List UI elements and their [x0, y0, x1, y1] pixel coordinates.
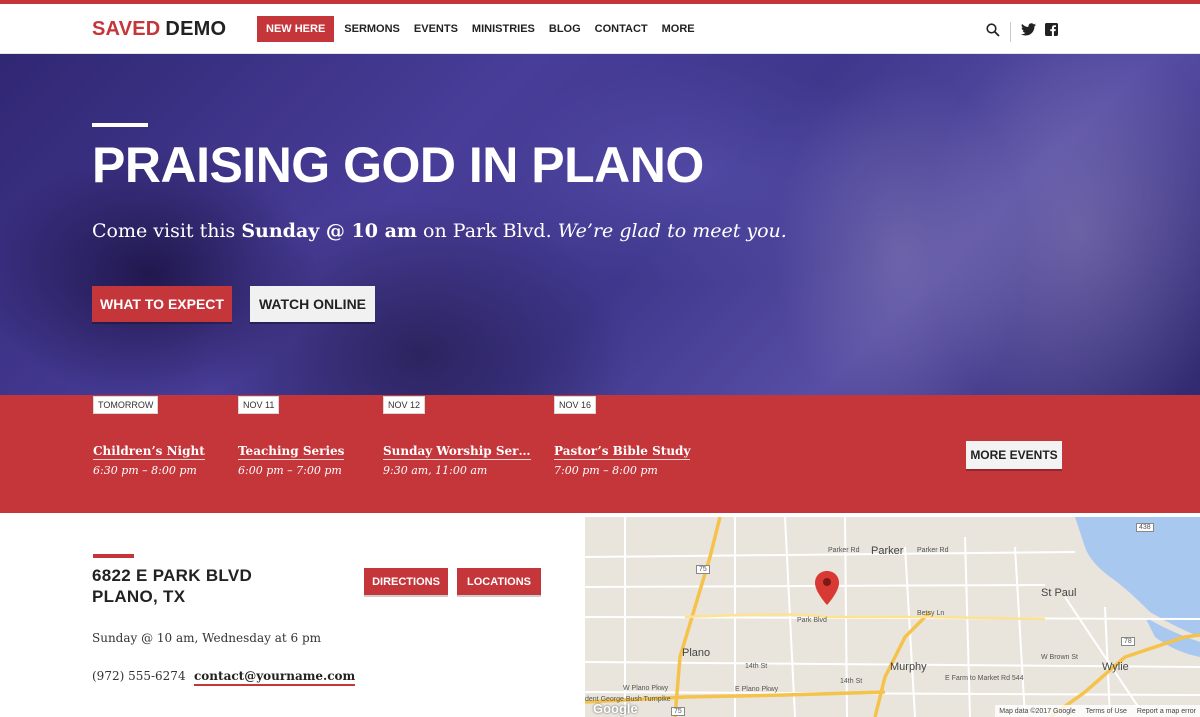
hero-sub-text-2: Sunday @ 10 am [241, 220, 418, 242]
event-title-link[interactable]: Pastor’s Bible Study [554, 444, 691, 460]
service-times: Sunday @ 10 am, Wednesday at 6 pm [92, 631, 322, 645]
map-terms-link[interactable]: Terms of Use [1086, 708, 1127, 715]
nav-item-blog[interactable]: BLOG [549, 23, 581, 35]
event-time: 9:30 am, 11:00 am [383, 464, 488, 477]
hero-title: PRAISING GOD IN PLANO [92, 137, 704, 193]
hero-subtitle: Come visit this Sunday @ 10 am on Park B… [92, 220, 992, 242]
map-label-e-plano: E Plano Pkwy [735, 686, 779, 693]
hero-accent-bar [92, 123, 148, 127]
logo-part-2: DEMO [165, 18, 227, 40]
nav-item-more[interactable]: MORE [662, 23, 695, 35]
address-line-2: PLANO, TX [92, 587, 186, 606]
event-item[interactable]: NOV 16 Pastor’s Bible Study 7:00 pm – 8:… [554, 395, 691, 477]
map-label-betsy: Betsy Ln [917, 610, 945, 617]
twitter-icon[interactable] [1021, 23, 1036, 41]
logo-part-1: SAVED [92, 18, 161, 40]
nav-item-sermons[interactable]: SERMONS [344, 23, 400, 35]
search-icon[interactable] [986, 22, 1000, 42]
header-divider [1010, 22, 1011, 42]
map-label-e-farm: E Farm to Market Rd 544 [945, 675, 1024, 682]
event-date-badge: TOMORROW [93, 396, 159, 414]
map-label-plano: Plano [682, 647, 711, 659]
hero-sub-text-3: on Park Blvd. [417, 220, 558, 242]
map-label-murphy: Murphy [890, 661, 927, 673]
map-label-parker-rd-2: Parker Rd [917, 547, 949, 554]
event-date-badge: NOV 12 [383, 396, 426, 414]
nav-item-contact[interactable]: CONTACT [595, 23, 648, 35]
location-accent-bar [93, 554, 134, 558]
hero-banner: PRAISING GOD IN PLANO Come visit this Su… [0, 54, 1200, 395]
map-label-park-blvd: Park Blvd [797, 617, 827, 624]
main-nav: NEW HERE SERMONS EVENTS MINISTRIES BLOG … [257, 16, 709, 42]
nav-item-events[interactable]: EVENTS [414, 23, 458, 35]
map-label-wylie: Wylie [1102, 661, 1129, 673]
event-date-badge: NOV 11 [238, 396, 280, 414]
map-label-w-brown: W Brown St [1041, 654, 1078, 661]
event-date-badge: NOV 16 [554, 396, 597, 414]
map-data-credit: Map data ©2017 Google [999, 707, 1076, 715]
facebook-icon[interactable] [1045, 23, 1058, 41]
hero-sub-text-4: We’re glad to meet you. [557, 220, 787, 242]
event-time: 6:00 pm – 7:00 pm [238, 464, 342, 477]
more-events-button[interactable]: MORE EVENTS [966, 441, 1062, 469]
nav-new-here-button[interactable]: NEW HERE [257, 16, 335, 42]
location-map[interactable]: Parker Parker Rd Parker Rd St Paul Plano… [585, 517, 1200, 717]
directions-button[interactable]: DIRECTIONS [364, 568, 448, 595]
phone-number: (972) 555-6274 [92, 669, 186, 683]
map-route-75-2: 75 [671, 707, 685, 716]
map-route-78: 78 [1121, 637, 1135, 646]
map-label-14th-2: 14th St [840, 678, 863, 685]
nav-item-ministries[interactable]: MINISTRIES [472, 23, 535, 35]
event-time: 6:30 pm – 8:00 pm [93, 464, 197, 477]
event-title-link[interactable]: Children’s Night [93, 444, 205, 460]
event-time: 7:00 pm – 8:00 pm [554, 464, 658, 477]
hero-sub-text-1: Come visit this [92, 220, 242, 242]
address: 6822 E PARK BLVD PLANO, TX [92, 565, 252, 607]
map-label-w-plano: W Plano Pkwy [623, 685, 669, 692]
map-report-link[interactable]: Report a map error [1137, 708, 1196, 715]
event-item[interactable]: NOV 11 Teaching Series 6:00 pm – 7:00 pm [238, 395, 345, 477]
event-title-link[interactable]: Sunday Worship Ser… [383, 444, 531, 460]
events-band: TOMORROW Children’s Night 6:30 pm – 8:00… [0, 395, 1200, 513]
map-route-75: 75 [696, 565, 710, 574]
locations-button[interactable]: LOCATIONS [457, 568, 541, 595]
map-label-14th: 14th St [745, 663, 768, 670]
event-item[interactable]: TOMORROW Children’s Night 6:30 pm – 8:00… [93, 395, 205, 477]
location-panel: 6822 E PARK BLVD PLANO, TX DIRECTIONS LO… [0, 513, 585, 717]
event-title-link[interactable]: Teaching Series [238, 444, 345, 460]
what-to-expect-button[interactable]: WHAT TO EXPECT [92, 286, 232, 322]
map-label-st-paul: St Paul [1041, 587, 1077, 599]
map-footer: Map data ©2017 Google Terms of Use Repor… [995, 705, 1200, 717]
address-line-1: 6822 E PARK BLVD [92, 566, 253, 585]
email-link[interactable]: contact@yourname.com [194, 669, 356, 686]
map-label-parker-rd: Parker Rd [828, 547, 860, 554]
map-label-parker: Parker [871, 545, 904, 557]
map-route-438: 438 [1136, 523, 1154, 532]
event-item[interactable]: NOV 12 Sunday Worship Ser… 9:30 am, 11:0… [383, 395, 531, 477]
site-logo[interactable]: SAVED DEMO [92, 18, 226, 41]
header-icons [986, 22, 1058, 42]
site-header: SAVED DEMO NEW HERE SERMONS EVENTS MINIST… [0, 4, 1200, 54]
watch-online-button[interactable]: WATCH ONLINE [250, 286, 375, 322]
google-logo: Google [593, 701, 638, 716]
map-pin [815, 571, 839, 605]
